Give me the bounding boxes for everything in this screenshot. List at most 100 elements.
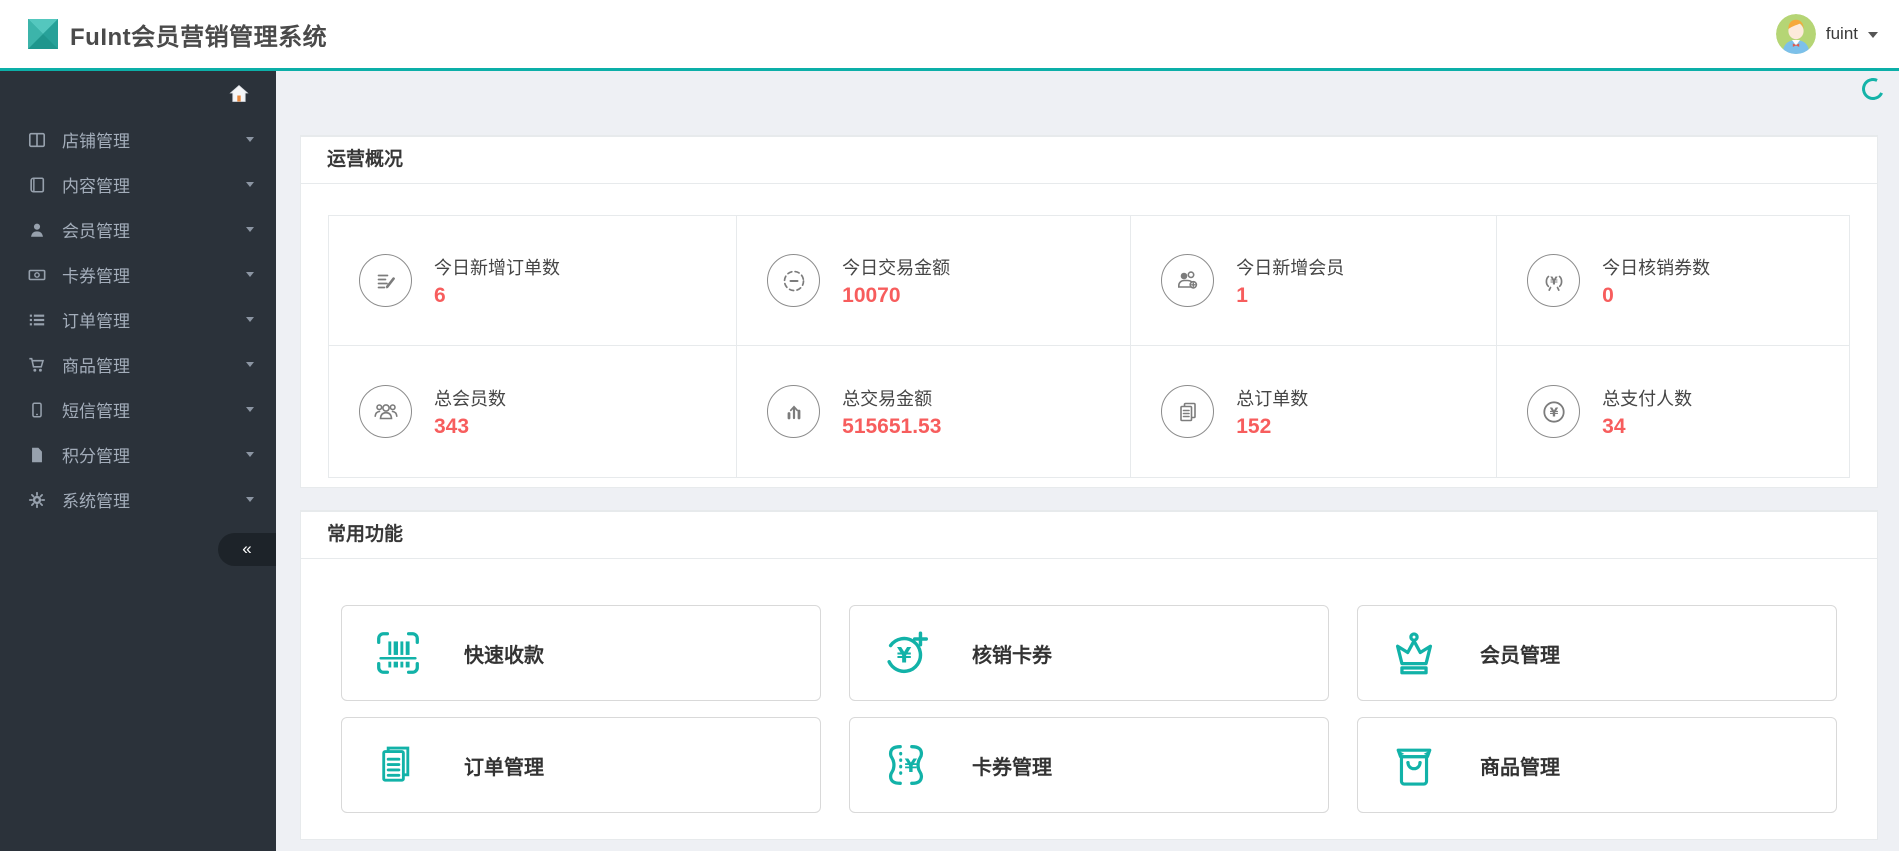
sidebar-home-row: [0, 71, 276, 117]
chevron-down-icon: [246, 137, 254, 142]
stat-label: 总支付人数: [1602, 388, 1693, 409]
svg-text:¥: ¥: [897, 644, 912, 669]
app-logo-icon: [28, 19, 58, 49]
chevron-down-icon: [246, 452, 254, 457]
app-root: FuInt会员营销管理系统 fuint 店铺管理 内容管理 会员管理 卡券管理 …: [0, 0, 1899, 851]
action-order-manage[interactable]: 订单管理: [341, 717, 821, 813]
sidebar-item-label: 会员管理: [62, 222, 130, 241]
quick-actions-title: 常用功能: [301, 512, 1877, 559]
action-label: 商品管理: [1480, 756, 1560, 779]
chevron-down-icon: [246, 497, 254, 502]
stat-value: 6: [434, 283, 446, 307]
sidebar-nav: 店铺管理 内容管理 会员管理 卡券管理 订单管理 商品管理 短信管理 积分管理 …: [0, 117, 276, 522]
sidebar-item-member[interactable]: 会员管理: [0, 207, 276, 252]
stat-card-total-orders: 总订单数 152: [1131, 346, 1498, 477]
sidebar-item-label: 短信管理: [62, 402, 130, 421]
stat-card-new-orders: 今日新增订单数 6: [329, 216, 738, 346]
total-payers-icon: ¥: [1527, 385, 1581, 438]
gear-icon: [27, 491, 47, 509]
coupon-ticket-icon: ¥: [878, 737, 934, 793]
sidebar-item-system[interactable]: 系统管理: [0, 477, 276, 522]
stat-value: 10070: [842, 283, 901, 307]
stat-grid: 今日新增订单数 6 今日交易金额 10070 今日新增会员 1 ¥ 今日核销券数…: [328, 215, 1850, 478]
action-scan-pay[interactable]: 快速收款: [341, 605, 821, 701]
sidebar-item-label: 订单管理: [62, 312, 130, 331]
sidebar-item-label: 卡券管理: [62, 267, 130, 286]
svg-text:¥: ¥: [1550, 274, 1558, 287]
stat-value: 1: [1236, 283, 1248, 307]
sidebar-item-label: 内容管理: [62, 177, 130, 196]
sidebar-item-label: 店铺管理: [62, 132, 130, 151]
user-icon: [27, 221, 47, 239]
chevron-down-icon: [246, 317, 254, 322]
svg-text:¥: ¥: [1549, 404, 1558, 419]
order-doc-icon: [370, 737, 426, 793]
sidebar-item-goods[interactable]: 商品管理: [0, 342, 276, 387]
app-title: FuInt会员营销管理系统: [70, 23, 328, 51]
overview-panel: 运营概况 今日新增订单数 6 今日交易金额 10070 今日新增会员 1 ¥ 今…: [300, 135, 1878, 488]
username: fuint: [1825, 24, 1858, 43]
action-label: 核销卡券: [972, 644, 1052, 667]
sidebar: 店铺管理 内容管理 会员管理 卡券管理 订单管理 商品管理 短信管理 积分管理 …: [0, 71, 276, 851]
sidebar-item-sms[interactable]: 短信管理: [0, 387, 276, 432]
chevron-down-icon: [246, 407, 254, 412]
chevron-down-icon: [246, 272, 254, 277]
stat-label: 今日新增订单数: [434, 257, 560, 278]
loading-spinner: [1858, 74, 1888, 104]
action-coupon-manage[interactable]: ¥ 卡券管理: [849, 717, 1329, 813]
today-amount-icon: [767, 254, 821, 307]
home-icon[interactable]: [228, 83, 250, 105]
member-crown-icon: [1386, 625, 1442, 681]
stat-value: 515651.53: [842, 414, 942, 438]
stat-label: 总会员数: [434, 388, 506, 409]
action-member-manage[interactable]: 会员管理: [1357, 605, 1837, 701]
stat-card-total-amount: 总交易金额 515651.53: [737, 346, 1132, 477]
stat-card-total-members: 总会员数 343: [329, 346, 738, 477]
stat-card-new-member: 今日新增会员 1: [1131, 216, 1498, 346]
money-bill-icon: [27, 266, 47, 284]
total-amount-icon: [767, 385, 821, 438]
action-label: 快速收款: [464, 644, 544, 667]
store-icon: [27, 131, 47, 149]
sidebar-item-content[interactable]: 内容管理: [0, 162, 276, 207]
collapse-glyph: «: [242, 538, 252, 558]
chevron-down-icon: [246, 362, 254, 367]
stat-value: 0: [1602, 283, 1614, 307]
main-content: 运营概况 今日新增订单数 6 今日交易金额 10070 今日新增会员 1 ¥ 今…: [276, 71, 1899, 851]
new-orders-icon: [359, 254, 412, 307]
stat-value: 152: [1236, 414, 1272, 438]
sidebar-item-points[interactable]: 积分管理: [0, 432, 276, 477]
sidebar-collapse-button[interactable]: «: [218, 533, 276, 566]
sidebar-item-store[interactable]: 店铺管理: [0, 117, 276, 162]
verify-coupon-icon: ¥: [878, 625, 934, 681]
svg-text:¥: ¥: [904, 756, 917, 777]
stat-card-today-amount: 今日交易金额 10070: [737, 216, 1132, 346]
brand: FuInt会员营销管理系统: [28, 17, 327, 52]
stat-label: 今日新增会员: [1236, 257, 1345, 278]
sidebar-item-order[interactable]: 订单管理: [0, 297, 276, 342]
app-header: FuInt会员营销管理系统 fuint: [0, 0, 1899, 71]
user-avatar: [1775, 14, 1816, 54]
quick-actions-panel: 常用功能 快速收款 ¥ 核销卡券 会员管理 订单管理 ¥ 卡券管理 商品管理: [300, 510, 1878, 840]
action-label: 订单管理: [464, 756, 544, 779]
cart-icon: [27, 356, 47, 374]
new-member-icon: [1161, 254, 1215, 307]
user-menu[interactable]: fuint: [1775, 14, 1878, 54]
stat-value: 343: [434, 414, 470, 438]
action-goods-manage[interactable]: 商品管理: [1357, 717, 1837, 813]
chevron-down-icon: [246, 182, 254, 187]
sidebar-item-coupon[interactable]: 卡券管理: [0, 252, 276, 297]
quick-actions-grid: 快速收款 ¥ 核销卡券 会员管理 订单管理 ¥ 卡券管理 商品管理: [301, 559, 1877, 839]
total-orders-icon: [1161, 385, 1215, 438]
stat-value: 34: [1602, 414, 1626, 438]
stat-card-verified-coupons: ¥ 今日核销券数 0: [1497, 216, 1849, 346]
goods-bag-icon: [1386, 737, 1442, 793]
sidebar-item-label: 系统管理: [62, 492, 130, 511]
stat-label: 今日交易金额: [842, 257, 951, 278]
action-verify-coupon[interactable]: ¥ 核销卡券: [849, 605, 1329, 701]
sidebar-item-label: 积分管理: [62, 447, 130, 466]
sidebar-item-label: 商品管理: [62, 357, 130, 376]
scan-pay-icon: [370, 625, 426, 681]
overview-panel-title: 运营概况: [301, 137, 1877, 184]
action-label: 卡券管理: [972, 756, 1052, 779]
